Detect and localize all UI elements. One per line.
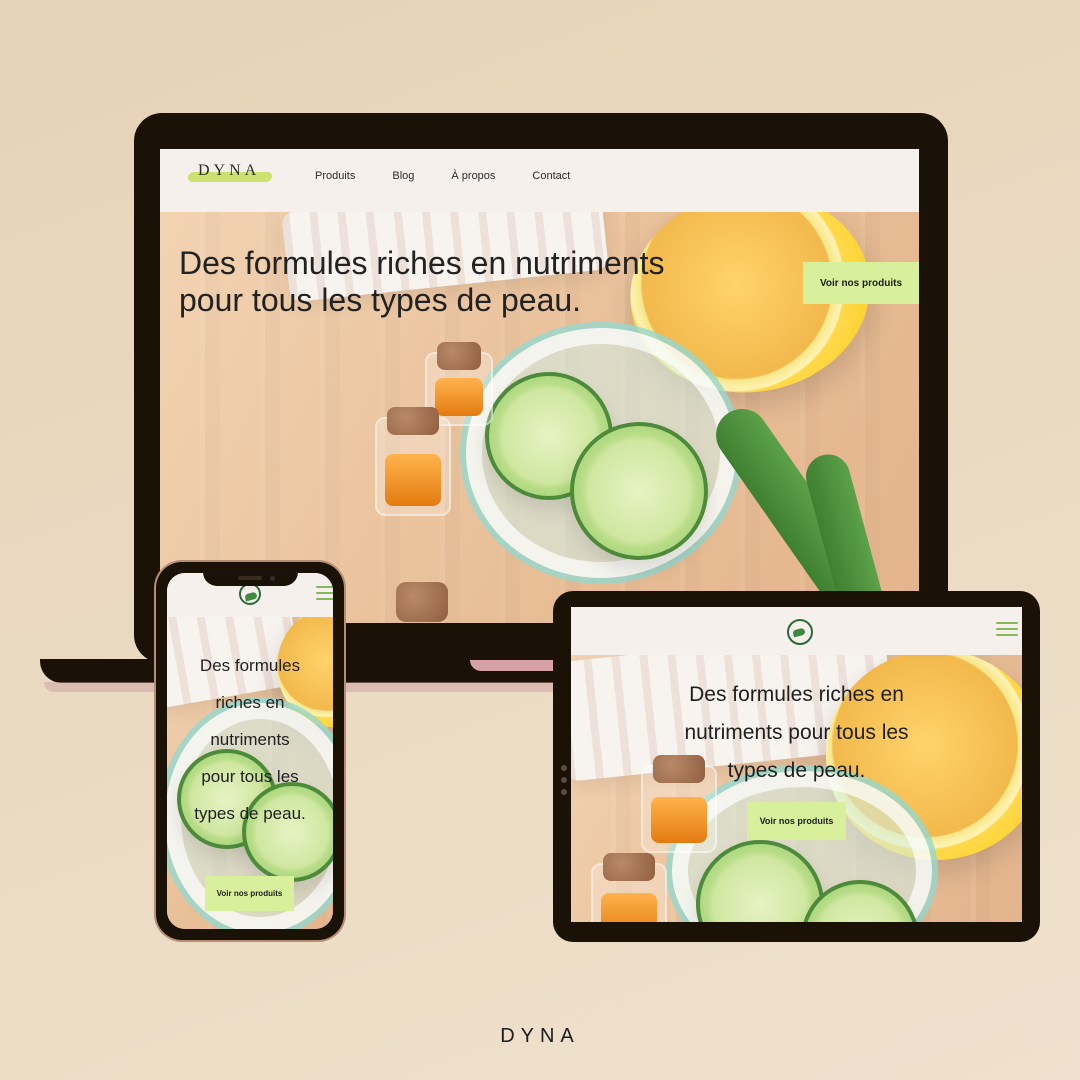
nav-link-contact[interactable]: Contact [532,170,570,182]
honey-bottle [591,853,667,922]
tablet-button-dot [561,789,567,795]
phone-camera [270,576,275,581]
phone-cta-button[interactable]: Voir nos produits [205,876,294,911]
honey [601,893,657,922]
hamburger-menu-icon[interactable] [996,622,1018,638]
laptop-hero-title: Des formules riches en nutriments pour t… [179,245,665,318]
tablet-side-controls [561,765,567,801]
bottle-cork [387,407,439,435]
footer-brand: DYNA [500,1025,580,1047]
phone-hero-title: Des formules riches en nutriments pour t… [194,656,306,823]
leaf-circle-icon[interactable] [239,583,261,605]
hamburger-line [316,598,333,600]
tablet-screen: Des formules riches en nutriments pour t… [571,607,1022,922]
tablet-topbar [571,607,1022,655]
loose-cork [396,582,448,622]
tablet-hero-title: Des formules riches en nutriments pour t… [684,683,909,782]
hamburger-line [996,634,1018,636]
honey-bottle [375,407,451,516]
tablet-button-dot [561,765,567,771]
tablet-cta-button[interactable]: Voir nos produits [747,802,846,840]
nav-link-produits[interactable]: Produits [315,170,355,182]
nav-link-blog[interactable]: Blog [392,170,414,182]
hamburger-line [316,586,333,588]
nav-link-a-propos[interactable]: À propos [451,170,495,182]
hamburger-line [996,622,1018,624]
hamburger-line [996,628,1018,630]
bottle-cork [603,853,655,881]
honey [385,453,441,506]
phone-screen: Des formules riches en nutriments pour t… [167,573,333,929]
laptop-cta-button[interactable]: Voir nos produits [803,262,919,304]
cucumber-slice [570,422,708,560]
laptop-logo[interactable]: DYNA [187,162,273,190]
hamburger-menu-icon[interactable] [316,586,333,600]
honey [435,377,483,416]
laptop-screen: DYNA Produits Blog À propos Contact Des … [160,149,919,623]
nav-links: Produits Blog À propos Contact [315,170,570,182]
bottle-cork [437,342,481,370]
hamburger-line [316,592,333,594]
phone-speaker [238,576,262,580]
laptop-nav: DYNA Produits Blog À propos Contact [160,149,919,212]
tablet-button-dot [561,777,567,783]
honey [651,796,707,843]
leaf-circle-icon[interactable] [787,619,813,645]
logo-text: DYNA [198,162,261,179]
